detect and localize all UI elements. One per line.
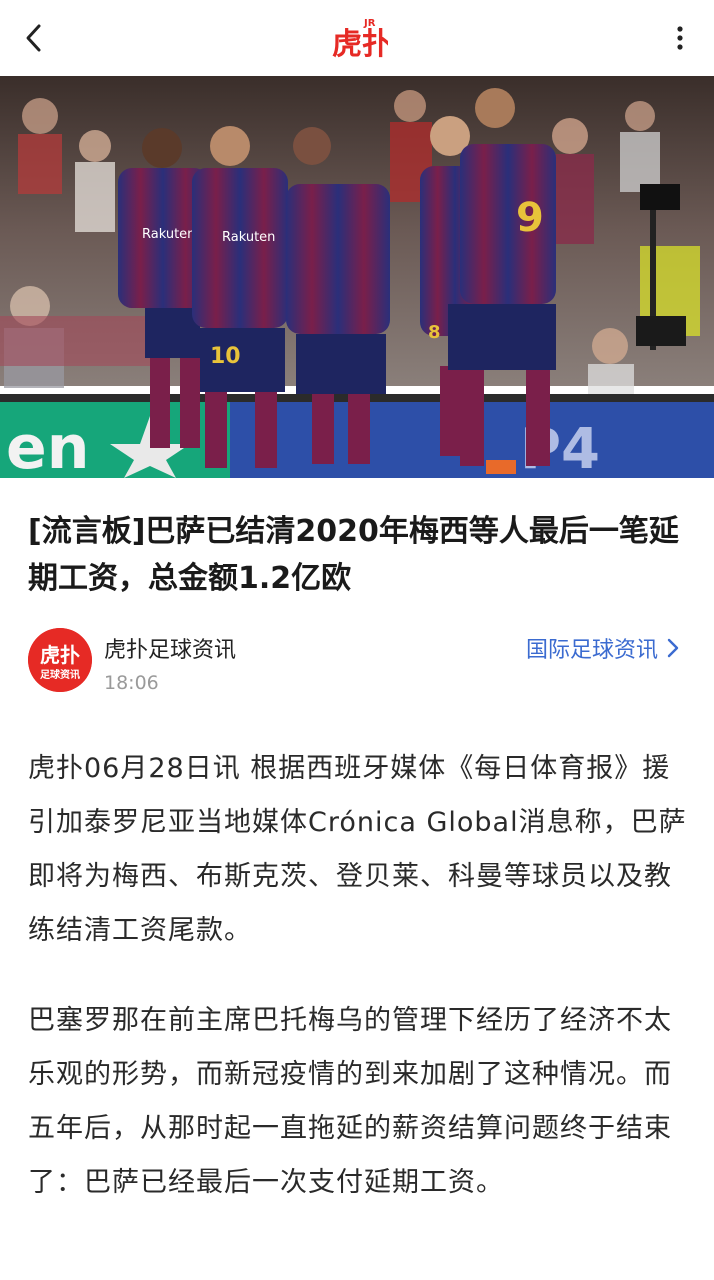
- svg-text:虎扑: 虎扑: [40, 643, 80, 667]
- football-celebration-image: en P4 Rakuten 10 Rakuten 8 9: [0, 76, 714, 478]
- post-time: 18:06: [104, 672, 159, 694]
- author-name[interactable]: 虎扑足球资讯: [104, 632, 236, 664]
- article-paragraph: 虎扑06月28日讯 根据西班牙媒体《每日体育报》援引加泰罗尼亚当地媒体Cróni…: [28, 753, 687, 946]
- svg-text:10: 10: [210, 344, 241, 369]
- svg-text:足球资讯: 足球资讯: [40, 668, 80, 681]
- svg-text:Rakuten: Rakuten: [142, 227, 195, 242]
- svg-text:9: 9: [516, 195, 544, 241]
- channel-link-label: 国际足球资讯: [525, 638, 658, 663]
- author-avatar[interactable]: 虎扑 足球资讯: [28, 628, 92, 692]
- top-navigation-bar: 虎扑 JR: [0, 0, 714, 76]
- svg-text:8: 8: [428, 322, 441, 343]
- hero-photo: en P4 Rakuten 10 Rakuten 8 9: [0, 76, 714, 478]
- hupu-football-logo-icon: 虎扑 足球资讯: [28, 628, 92, 692]
- back-button[interactable]: [14, 18, 54, 58]
- svg-text:Rakuten: Rakuten: [222, 230, 275, 245]
- svg-text:JR: JR: [363, 18, 376, 29]
- article-paragraph: 巴塞罗那在前主席巴托梅乌的管理下经历了经济不太乐观的形势，而新冠疫情的到来加剧了…: [28, 1005, 672, 1198]
- chevron-left-icon: [26, 24, 41, 52]
- more-options-button[interactable]: [660, 18, 700, 58]
- svg-text:虎扑: 虎扑: [332, 27, 388, 62]
- channel-link[interactable]: 国际足球资讯: [526, 632, 682, 664]
- hupu-logo: 虎扑 JR: [332, 18, 388, 62]
- svg-text:en: en: [6, 413, 89, 478]
- chevron-right-icon: [667, 638, 679, 658]
- author-row: 虎扑 足球资讯 虎扑足球资讯 18:06 国际足球资讯: [28, 628, 688, 698]
- article-title: [流言板]巴萨已结清2020年梅西等人最后一笔延期工资，总金额1.2亿欧: [28, 514, 679, 596]
- more-vertical-icon: [677, 26, 683, 50]
